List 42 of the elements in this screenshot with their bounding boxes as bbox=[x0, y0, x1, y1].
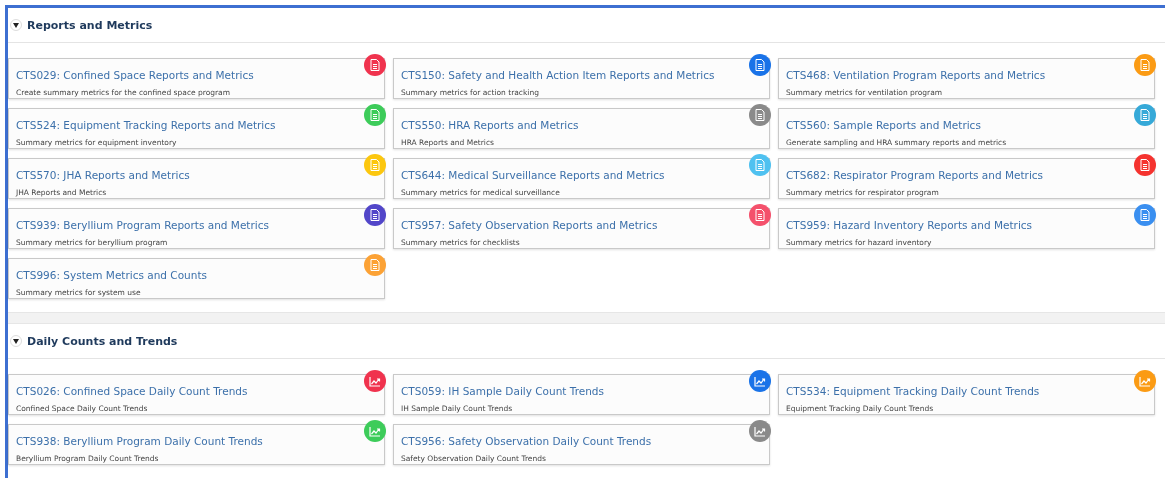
report-link[interactable]: CTS560: Sample Reports and Metrics bbox=[786, 119, 981, 131]
document-icon bbox=[370, 259, 380, 271]
caret-down-icon bbox=[13, 338, 19, 344]
collapse-toggle[interactable] bbox=[10, 19, 22, 31]
report-link[interactable]: CTS468: Ventilation Program Reports and Metrics bbox=[786, 69, 1046, 81]
report-link[interactable]: CTS534: Equipment Tracking Daily Count Trends bbox=[786, 385, 1040, 397]
section-title: Daily Counts and Trends bbox=[27, 334, 178, 348]
report-link[interactable]: CTS956: Safety Observation Daily Count Trends bbox=[401, 435, 652, 447]
report-link[interactable]: CTS996: System Metrics and Counts bbox=[16, 269, 207, 281]
document-icon bbox=[370, 109, 380, 121]
report-link[interactable]: CTS524: Equipment Tracking Reports and Metrics bbox=[16, 119, 276, 131]
document-icon bbox=[370, 209, 380, 221]
trend-chart-icon bbox=[369, 375, 381, 387]
document-icon bbox=[1140, 109, 1150, 121]
document-icon bbox=[755, 159, 765, 171]
document-icon bbox=[1140, 59, 1150, 71]
document-icon bbox=[1140, 209, 1150, 221]
document-icon bbox=[370, 159, 380, 171]
report-link[interactable]: CTS026: Confined Space Daily Count Trends bbox=[16, 385, 248, 397]
trend-chart-icon bbox=[754, 375, 766, 387]
report-link[interactable]: CTS059: IH Sample Daily Count Trends bbox=[401, 385, 604, 397]
report-link[interactable]: CTS682: Respirator Program Reports and Metrics bbox=[786, 169, 1044, 181]
trend-chart-icon bbox=[1139, 375, 1151, 387]
document-icon bbox=[370, 59, 380, 71]
report-link[interactable]: CTS644: Medical Surveillance Reports and Metrics bbox=[401, 169, 665, 181]
report-link[interactable]: CTS957: Safety Observation Reports and Metrics bbox=[401, 219, 658, 231]
collapse-toggle[interactable] bbox=[10, 335, 22, 347]
trend-chart-icon bbox=[754, 425, 766, 437]
report-link[interactable]: CTS959: Hazard Inventory Reports and Metrics bbox=[786, 219, 1033, 231]
document-icon bbox=[755, 209, 765, 221]
report-link[interactable]: CTS029: Confined Space Reports and Metrics bbox=[16, 69, 254, 81]
document-icon bbox=[1140, 159, 1150, 171]
report-link[interactable]: CTS939: Beryllium Program Reports and Metrics bbox=[16, 219, 269, 231]
document-icon bbox=[755, 59, 765, 71]
caret-down-icon bbox=[13, 22, 19, 28]
document-icon bbox=[755, 109, 765, 121]
report-link[interactable]: CTS150: Safety and Health Action Item Reports and Metrics bbox=[401, 69, 715, 81]
section-title: Reports and Metrics bbox=[27, 18, 153, 32]
report-link[interactable]: CTS550: HRA Reports and Metrics bbox=[401, 119, 579, 131]
report-link[interactable]: CTS570: JHA Reports and Metrics bbox=[16, 169, 190, 181]
trend-chart-icon bbox=[369, 425, 381, 437]
report-link[interactable]: CTS938: Beryllium Program Daily Count Trends bbox=[16, 435, 263, 447]
